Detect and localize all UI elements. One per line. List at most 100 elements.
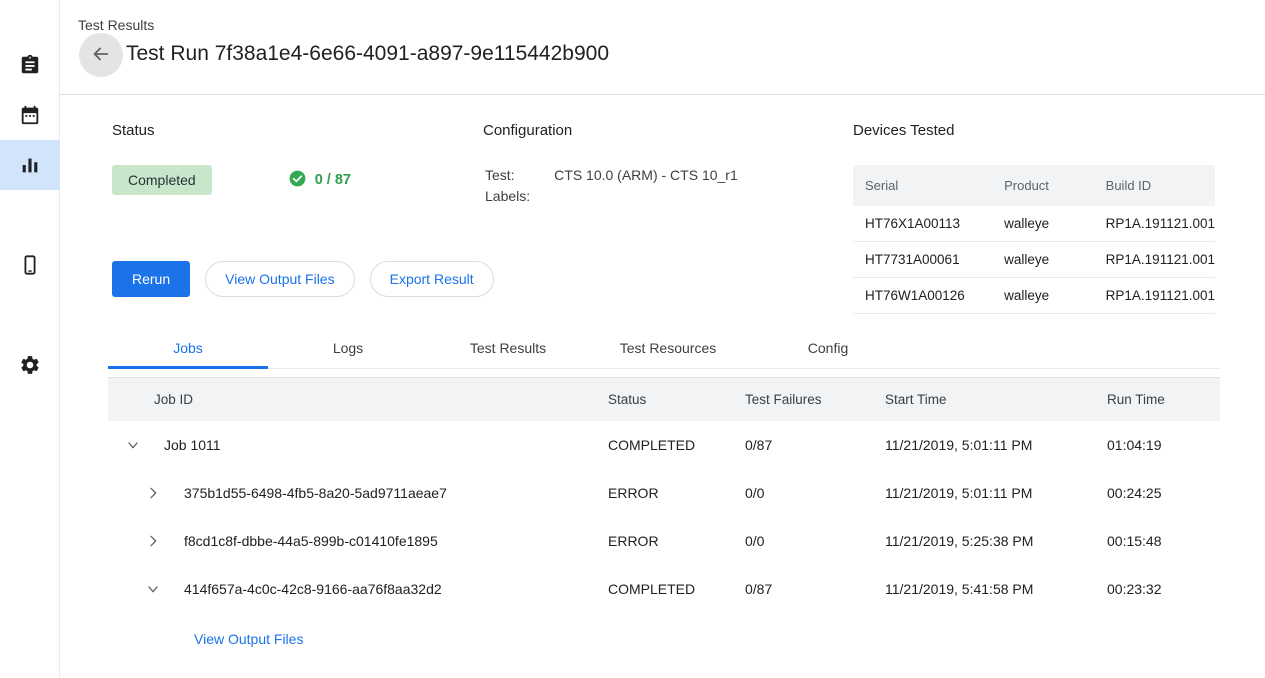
config-row-labels: Labels: (485, 188, 738, 207)
export-result-button[interactable]: Export Result (370, 261, 494, 297)
view-output-files-button[interactable]: View Output Files (205, 261, 354, 297)
job-run-time: 00:23:32 (1107, 565, 1220, 613)
job-status: ERROR (608, 469, 745, 517)
action-buttons: Rerun View Output Files Export Result (112, 261, 494, 297)
device-serial: HT7731A00061 (853, 242, 992, 278)
status-section: Status Completed 0 / 87 (112, 122, 472, 195)
failure-count-text: 0 / 87 (315, 172, 351, 188)
jobs-col-start-time: Start Time (885, 378, 1107, 422)
config-value-test: CTS 10.0 (ARM) - CTS 10_r1 (554, 167, 738, 186)
job-run-time: 00:15:48 (1107, 517, 1220, 565)
phone-icon (19, 254, 41, 276)
configuration-section: Configuration Test: CTS 10.0 (ARM) - CTS… (483, 122, 843, 209)
bar-chart-icon (19, 154, 41, 176)
job-status: COMPLETED (608, 421, 745, 469)
job-run-time: 00:24:25 (1107, 469, 1220, 517)
tab-bar: Jobs Logs Test Results Test Resources Co… (108, 328, 1220, 369)
job-start-time: 11/21/2019, 5:41:58 PM (885, 565, 1107, 613)
chevron-right-icon[interactable] (142, 530, 164, 552)
tab-test-resources[interactable]: Test Resources (588, 328, 748, 368)
arrow-left-icon (90, 43, 112, 68)
status-section-title: Status (112, 122, 472, 139)
left-nav-rail (0, 0, 60, 678)
job-start-time: 11/21/2019, 5:25:38 PM (885, 517, 1107, 565)
table-row[interactable]: HT7731A00061 walleye RP1A.191121.001 (853, 242, 1215, 278)
jobs-header-row: Job ID Status Test Failures Start Time R… (108, 378, 1220, 422)
table-row[interactable]: 414f657a-4c0c-42c8-9166-aa76f8aa32d2 COM… (108, 565, 1220, 613)
page-title: Test Run 7f38a1e4-6e66-4091-a897-9e11544… (126, 42, 609, 66)
job-status: ERROR (608, 517, 745, 565)
job-test-failures: 0/0 (745, 517, 885, 565)
check-circle-icon (288, 169, 307, 192)
expanded-view-output-files-link[interactable]: View Output Files (194, 631, 303, 647)
configuration-table: Test: CTS 10.0 (ARM) - CTS 10_r1 Labels: (483, 165, 740, 209)
gear-icon (19, 354, 41, 376)
sidebar-item-devices[interactable] (0, 240, 60, 290)
jobs-table: Job ID Status Test Failures Start Time R… (108, 377, 1220, 613)
devices-table: Serial Product Build ID HT76X1A00113 wal… (853, 165, 1215, 314)
device-build-id: RP1A.191121.001 (1094, 278, 1215, 314)
sidebar-item-test-results[interactable] (0, 140, 60, 190)
config-value-labels (554, 188, 738, 207)
job-id-label: Job 1011 (164, 437, 221, 453)
job-id-cell: f8cd1c8f-dbbe-44a5-899b-c01410fe1895 (108, 517, 608, 565)
job-run-time: 01:04:19 (1107, 421, 1220, 469)
jobs-col-status: Status (608, 378, 745, 422)
config-key-test: Test: (485, 167, 552, 186)
device-product: walleye (992, 278, 1094, 314)
sidebar-item-test-suites[interactable] (0, 40, 60, 90)
tab-logs[interactable]: Logs (268, 328, 428, 368)
devices-col-build-id: Build ID (1094, 165, 1215, 206)
chevron-down-icon[interactable] (142, 578, 164, 600)
table-row[interactable]: f8cd1c8f-dbbe-44a5-899b-c01410fe1895 ERR… (108, 517, 1220, 565)
chevron-right-icon[interactable] (142, 482, 164, 504)
job-id-cell: Job 1011 (108, 421, 608, 469)
device-serial: HT76X1A00113 (853, 206, 992, 242)
status-row: Completed 0 / 87 (112, 165, 472, 195)
devices-section-title: Devices Tested (853, 122, 1215, 139)
device-product: walleye (992, 242, 1094, 278)
sidebar-item-settings[interactable] (0, 340, 60, 390)
test-failure-summary: 0 / 87 (288, 169, 351, 192)
jobs-col-job-id: Job ID (108, 378, 608, 422)
tab-jobs[interactable]: Jobs (108, 328, 268, 368)
job-id-cell: 375b1d55-6498-4fb5-8a20-5ad9711aeae7 (108, 469, 608, 517)
chevron-down-icon[interactable] (122, 434, 144, 456)
tab-test-results[interactable]: Test Results (428, 328, 588, 368)
test-run-details-page: Test Results Test Run 7f38a1e4-6e66-4091… (0, 0, 1265, 678)
table-row[interactable]: Job 1011 COMPLETED 0/87 11/21/2019, 5:01… (108, 421, 1220, 469)
devices-header-row: Serial Product Build ID (853, 165, 1215, 206)
job-test-failures: 0/87 (745, 421, 885, 469)
status-badge: Completed (112, 165, 212, 195)
configuration-section-title: Configuration (483, 122, 843, 139)
job-test-failures: 0/0 (745, 469, 885, 517)
config-row-test: Test: CTS 10.0 (ARM) - CTS 10_r1 (485, 167, 738, 186)
jobs-col-run-time: Run Time (1107, 378, 1220, 422)
devices-col-product: Product (992, 165, 1094, 206)
rerun-button[interactable]: Rerun (112, 261, 190, 297)
breadcrumb[interactable]: Test Results (78, 17, 154, 33)
table-row[interactable]: 375b1d55-6498-4fb5-8a20-5ad9711aeae7 ERR… (108, 469, 1220, 517)
job-id-cell: 414f657a-4c0c-42c8-9166-aa76f8aa32d2 (108, 565, 608, 613)
devices-tested-section: Devices Tested Serial Product Build ID H… (853, 122, 1215, 314)
job-id-label: 414f657a-4c0c-42c8-9166-aa76f8aa32d2 (184, 581, 442, 597)
calendar-icon (19, 104, 41, 126)
clipboard-icon (19, 54, 41, 76)
job-start-time: 11/21/2019, 5:01:11 PM (885, 421, 1107, 469)
device-serial: HT76W1A00126 (853, 278, 992, 314)
device-build-id: RP1A.191121.001 (1094, 206, 1215, 242)
device-product: walleye (992, 206, 1094, 242)
job-id-label: 375b1d55-6498-4fb5-8a20-5ad9711aeae7 (184, 485, 447, 501)
table-row[interactable]: HT76W1A00126 walleye RP1A.191121.001 (853, 278, 1215, 314)
page-header: Test Results Test Run 7f38a1e4-6e66-4091… (60, 0, 1265, 95)
tab-config[interactable]: Config (748, 328, 908, 368)
back-button[interactable] (79, 33, 123, 77)
jobs-col-test-failures: Test Failures (745, 378, 885, 422)
config-key-labels: Labels: (485, 188, 552, 207)
job-test-failures: 0/87 (745, 565, 885, 613)
sidebar-item-test-plans[interactable] (0, 90, 60, 140)
job-status: COMPLETED (608, 565, 745, 613)
job-start-time: 11/21/2019, 5:01:11 PM (885, 469, 1107, 517)
table-row[interactable]: HT76X1A00113 walleye RP1A.191121.001 (853, 206, 1215, 242)
devices-col-serial: Serial (853, 165, 992, 206)
